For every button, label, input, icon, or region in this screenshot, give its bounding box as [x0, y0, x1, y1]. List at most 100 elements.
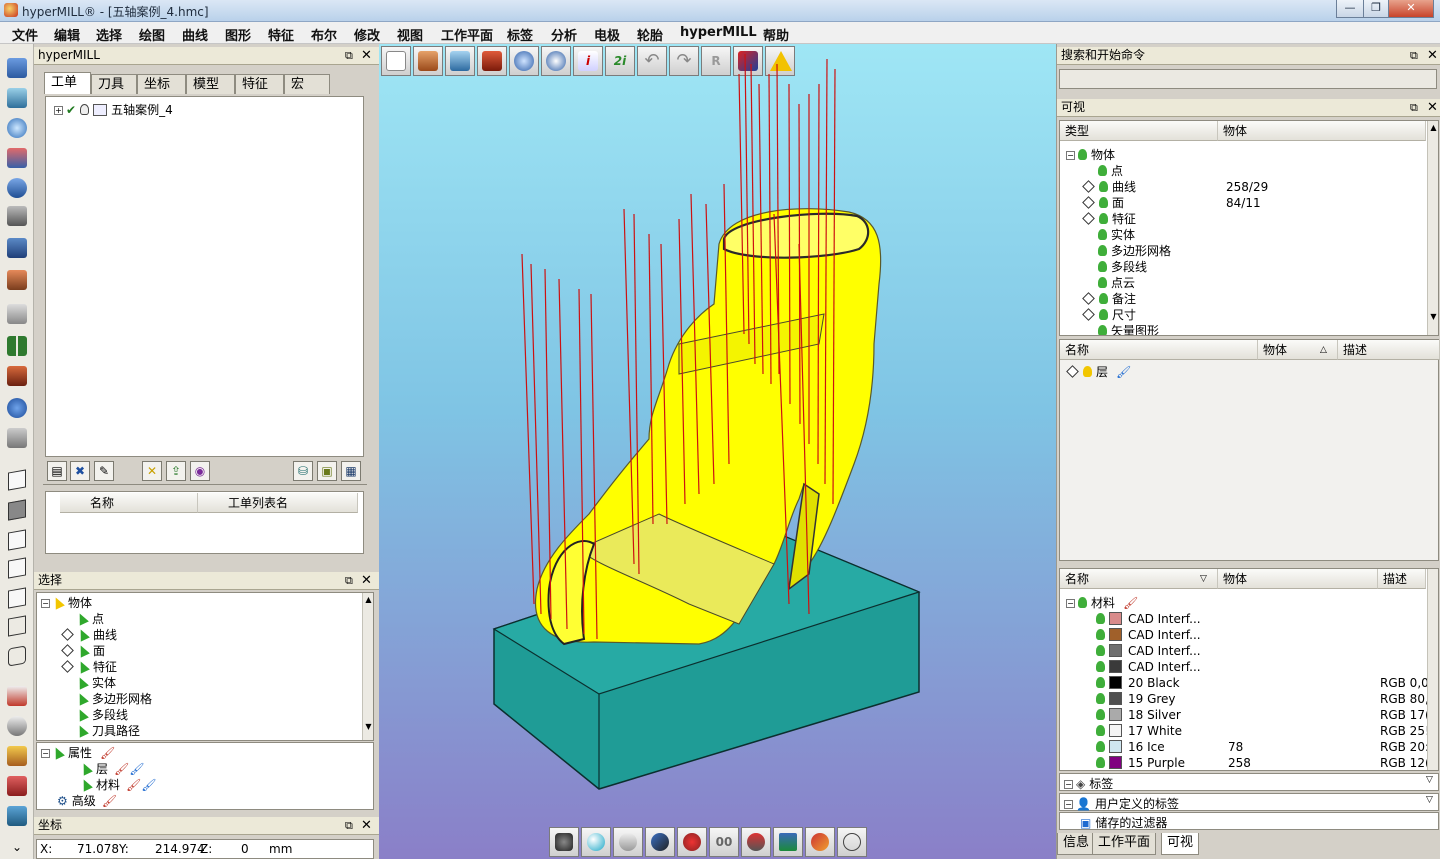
tree-root-objects[interactable]: − 物体: [1066, 147, 1115, 163]
menu-modify[interactable]: 修改: [354, 25, 380, 44]
visible-tree-item[interactable]: 点云: [1082, 275, 1422, 291]
column-description[interactable]: 描述: [1338, 340, 1440, 360]
view-front-icon[interactable]: [5, 528, 29, 552]
bulb-icon[interactable]: [1098, 165, 1107, 176]
view-shaded-icon[interactable]: [5, 498, 29, 522]
visible-tree-item[interactable]: 多段线: [1082, 259, 1422, 275]
measure-icon[interactable]: [5, 302, 29, 326]
tab-models[interactable]: 模型: [186, 74, 235, 94]
maximize-button[interactable]: ❐: [1363, 0, 1389, 18]
search-command-input[interactable]: [1059, 69, 1437, 89]
robot-icon[interactable]: [5, 364, 29, 388]
tree-root-objects[interactable]: − 物体: [41, 595, 92, 611]
bulb-icon[interactable]: [1099, 181, 1108, 192]
database-icon[interactable]: ⛁: [293, 461, 313, 481]
pin-icon[interactable]: ⧉: [1410, 47, 1418, 64]
column-name[interactable]: 名称: [60, 493, 198, 513]
calculate-icon[interactable]: ✕: [142, 461, 162, 481]
bulb-icon[interactable]: [1098, 325, 1107, 335]
tab-tools[interactable]: 刀具: [91, 74, 137, 94]
tab-jobs[interactable]: 工单: [44, 72, 91, 94]
column-object[interactable]: 物体: [1218, 569, 1378, 589]
menu-draw[interactable]: 绘图: [139, 25, 165, 44]
menu-help[interactable]: 帮助: [763, 25, 789, 44]
bulb-icon[interactable]: [1096, 757, 1105, 768]
export-icon[interactable]: ⇪: [166, 461, 186, 481]
bulb-icon[interactable]: [1096, 613, 1105, 624]
column-name[interactable]: 名称: [1060, 340, 1258, 360]
3d-model-view[interactable]: [379, 44, 1056, 859]
edge-icon[interactable]: [613, 827, 643, 857]
material-item[interactable]: 19 Grey RGB 80,: [1096, 691, 1429, 707]
pin-icon[interactable]: ⧉: [345, 817, 353, 834]
expand-icon[interactable]: [61, 660, 74, 673]
material-item[interactable]: 15 Purple 258 RGB 12(: [1096, 755, 1430, 770]
tree-root-attributes[interactable]: − 属性 🖌: [41, 745, 115, 761]
vertical-scrollbar[interactable]: [1427, 569, 1438, 770]
pin-icon[interactable]: ⧉: [345, 47, 353, 64]
menu-select[interactable]: 选择: [96, 25, 122, 44]
menu-analysis[interactable]: 分析: [551, 25, 577, 44]
view-iso-icon[interactable]: [5, 468, 29, 492]
material-item[interactable]: 17 White RGB 25!: [1096, 723, 1430, 739]
pencil-icon[interactable]: [805, 827, 835, 857]
material-item[interactable]: CAD Interf...: [1096, 611, 1426, 627]
notes-icon[interactable]: [5, 426, 29, 450]
close-icon[interactable]: ✕: [361, 572, 372, 589]
expand-icon[interactable]: [1082, 180, 1095, 193]
menu-boolean[interactable]: 布尔: [311, 25, 337, 44]
stock-icon[interactable]: [5, 268, 29, 292]
menu-view[interactable]: 视图: [397, 25, 423, 44]
zero-icon[interactable]: 00: [709, 827, 739, 857]
tab-frames[interactable]: 坐标: [137, 74, 186, 94]
expand-icon[interactable]: [61, 628, 74, 641]
tab-visible[interactable]: 可视: [1161, 833, 1200, 855]
tree-item-layer[interactable]: 层 🖌: [1066, 364, 1131, 380]
bulb-icon[interactable]: [1099, 197, 1108, 208]
select-solid-icon[interactable]: [5, 774, 29, 798]
sphere-icon[interactable]: [581, 827, 611, 857]
visible-tree-item[interactable]: 特征: [1082, 211, 1422, 227]
bulb-icon[interactable]: [1098, 261, 1107, 272]
tree-item-layer[interactable]: 层 🖌🖌: [79, 761, 144, 777]
shading-icon[interactable]: [549, 827, 579, 857]
delete-job-icon[interactable]: ✖: [70, 461, 90, 481]
bulb-icon[interactable]: [1096, 629, 1105, 640]
pin-icon[interactable]: ⧉: [1410, 99, 1418, 116]
close-icon[interactable]: ✕: [1427, 47, 1438, 64]
bulb-icon[interactable]: [1096, 677, 1105, 688]
material-item[interactable]: 18 Silver RGB 17(: [1096, 707, 1430, 723]
visible-tree-item[interactable]: 多边形网格: [1082, 243, 1422, 259]
expand-icon[interactable]: [1082, 212, 1095, 225]
select-curve-icon[interactable]: [5, 714, 29, 738]
image-edit-icon[interactable]: ▣: [317, 461, 337, 481]
pin-icon[interactable]: ⧉: [345, 572, 353, 589]
visible-tree-item[interactable]: 实体: [1082, 227, 1422, 243]
selection-tree-item[interactable]: 面: [61, 643, 105, 659]
boot-icon[interactable]: [5, 236, 29, 260]
visible-tree-item[interactable]: 矢量图形: [1082, 323, 1422, 335]
close-icon[interactable]: ✕: [361, 47, 372, 64]
graphics-viewport[interactable]: i 2i ↶ ↷ R 00: [379, 44, 1056, 859]
comment-icon[interactable]: ✎: [94, 461, 114, 481]
tab-info[interactable]: 信息: [1057, 833, 1096, 855]
bulb-icon[interactable]: [1096, 645, 1105, 656]
tab-workplane[interactable]: 工作平面: [1092, 833, 1157, 855]
selection-tree-item[interactable]: 实体: [61, 675, 116, 691]
select-point-icon[interactable]: [5, 684, 29, 708]
visible-tree-item[interactable]: 点: [1082, 163, 1422, 179]
selection-tree-item[interactable]: 曲线: [61, 627, 117, 643]
close-button[interactable]: ✕: [1388, 0, 1434, 18]
material-item[interactable]: 16 Ice 78 RGB 20:: [1096, 739, 1429, 755]
paint-icon[interactable]: [645, 827, 675, 857]
material-item[interactable]: 20 Black RGB 0,0: [1096, 675, 1429, 691]
vertical-scrollbar[interactable]: ▲ ▼: [362, 593, 373, 740]
select-feature-icon[interactable]: [5, 804, 29, 828]
expand-icon[interactable]: [61, 644, 74, 657]
tab-features[interactable]: 特征: [235, 74, 284, 94]
fixture-icon[interactable]: [773, 827, 803, 857]
selection-tree-item[interactable]: 点: [61, 611, 104, 627]
frame-icon[interactable]: [5, 116, 29, 140]
expand-icon[interactable]: [1082, 308, 1095, 321]
minimize-button[interactable]: —: [1336, 0, 1364, 18]
